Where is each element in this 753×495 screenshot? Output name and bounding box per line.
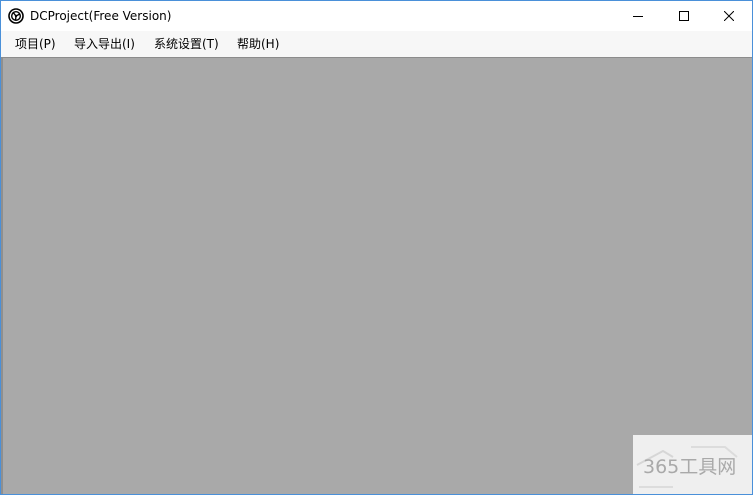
title-bar[interactable]: DCProject(Free Version) xyxy=(1,1,752,31)
window-title: DCProject(Free Version) xyxy=(30,9,172,23)
menu-import-export[interactable]: 导入导出(I) xyxy=(74,36,135,52)
watermark-text: 365工具网 xyxy=(643,456,737,478)
minimize-button[interactable] xyxy=(615,1,661,31)
menu-help[interactable]: 帮助(H) xyxy=(237,36,279,52)
close-icon xyxy=(724,11,734,21)
maximize-icon xyxy=(679,11,689,21)
watermark: 365工具网 xyxy=(633,435,752,494)
maximize-button[interactable] xyxy=(661,1,707,31)
client-left-edge xyxy=(1,58,3,494)
menu-system-settings[interactable]: 系统设置(T) xyxy=(154,36,219,52)
app-window: DCProject(Free Version) 项目(P) 导入导出(I) 系统… xyxy=(0,0,753,495)
close-button[interactable] xyxy=(706,1,752,31)
menu-project[interactable]: 项目(P) xyxy=(15,36,56,52)
mdi-client-area[interactable] xyxy=(1,57,752,494)
app-gear-icon[interactable] xyxy=(8,8,24,24)
minimize-icon xyxy=(633,16,643,17)
menu-bar: 项目(P) 导入导出(I) 系统设置(T) 帮助(H) xyxy=(1,31,752,57)
